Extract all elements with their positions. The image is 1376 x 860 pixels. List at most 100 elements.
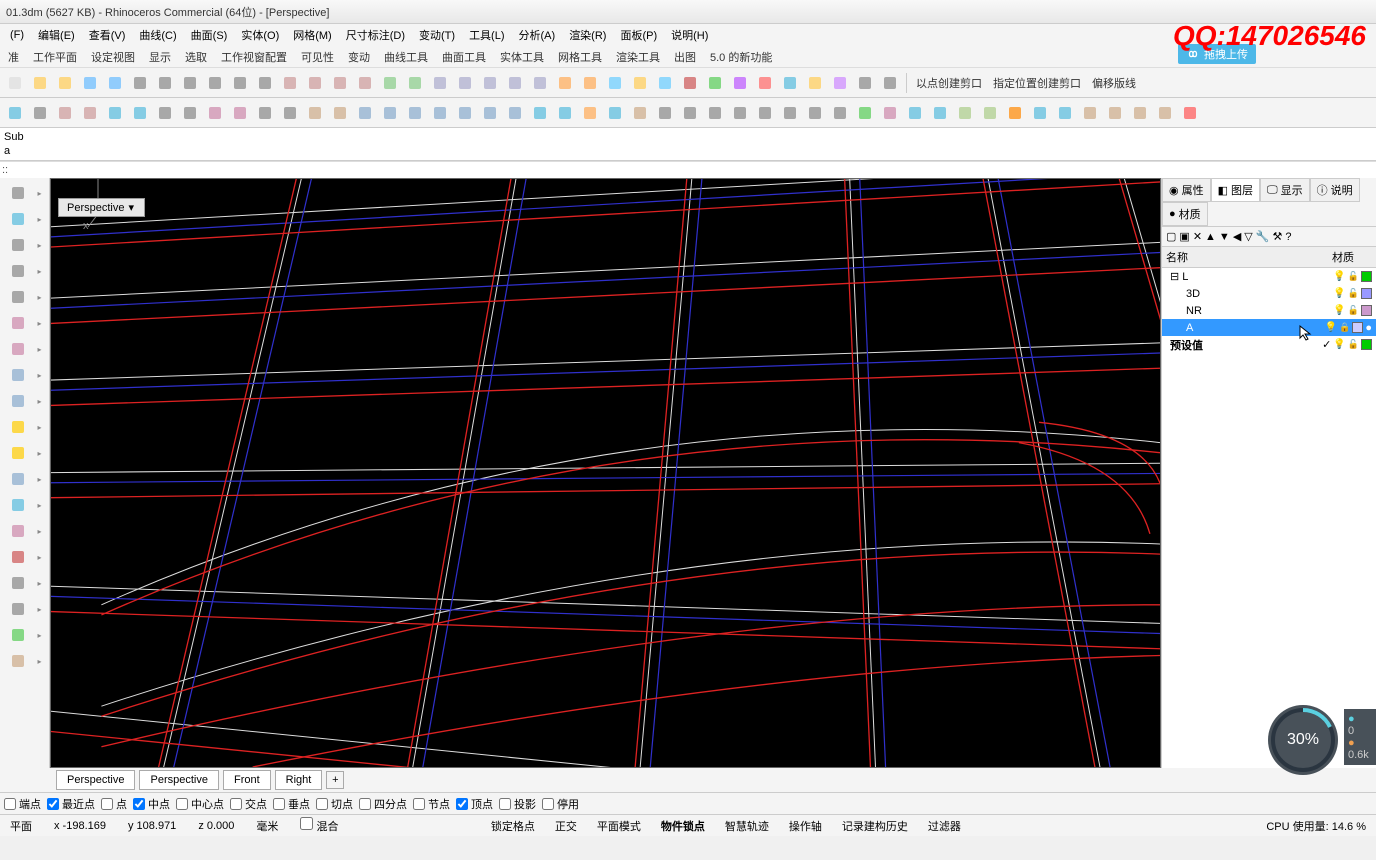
toolbar-icon[interactable] [7,338,29,360]
prev-icon[interactable]: ◀ [1233,230,1241,243]
menu-item[interactable]: (F) [4,27,30,43]
layer-row[interactable]: NR💡🔓 [1162,302,1376,319]
toolbar-icon[interactable] [479,102,501,124]
osnap-点[interactable]: 点 [101,796,127,812]
menu-item[interactable]: 面板(P) [614,25,663,45]
color-swatch[interactable] [1361,288,1372,299]
toolbar-icon[interactable] [529,72,551,94]
flyout-arrow-icon[interactable]: ▸ [37,319,41,328]
status-toggle[interactable]: 正交 [551,821,581,833]
toolbar-icon[interactable] [504,102,526,124]
lock-icon[interactable]: 🔓 [1348,288,1359,299]
flyout-arrow-icon[interactable]: ▸ [37,215,41,224]
toolbar-group[interactable]: 变动 [344,49,374,65]
flyout-arrow-icon[interactable]: ▸ [37,527,41,536]
menu-item[interactable]: 曲线(C) [133,25,182,45]
flyout-arrow-icon[interactable]: ▸ [37,501,41,510]
toolbar-icon[interactable] [979,102,1001,124]
lock-icon[interactable]: 🔓 [1348,339,1359,350]
viewport-label[interactable]: Perspective ▾ [58,198,145,217]
toolbar-icon[interactable] [1129,102,1151,124]
hammer-icon[interactable]: ⚒ [1272,230,1282,243]
menu-item[interactable]: 分析(A) [513,25,562,45]
toolbar-icon[interactable] [379,72,401,94]
flyout-arrow-icon[interactable]: ▸ [37,631,41,640]
toolbar-group[interactable]: 实体工具 [496,49,548,65]
toolbar-icon[interactable] [329,102,351,124]
toolbar-icon[interactable] [304,102,326,124]
panel-tab-显示[interactable]: 🖵显示 [1260,178,1310,202]
toolbar-icon[interactable] [7,546,29,568]
toolbar-group[interactable]: 工作平面 [29,49,81,65]
toolbar-icon[interactable] [254,72,276,94]
toolbar-icon[interactable] [79,72,101,94]
toolbar-icon[interactable] [379,102,401,124]
toolbar-group[interactable]: 5.0 的新功能 [706,49,776,65]
toolbar-icon[interactable] [354,102,376,124]
osnap-顶点[interactable]: 顶点 [456,796,493,812]
toolbar-icon[interactable] [7,572,29,594]
toolbar-icon[interactable] [829,102,851,124]
toolbar-icon[interactable] [7,208,29,230]
toolbar-icon[interactable] [854,72,876,94]
osnap-最近点[interactable]: 最近点 [47,796,95,812]
toolbar-icon[interactable] [104,102,126,124]
menu-item[interactable]: 曲面(S) [185,25,234,45]
layer-row[interactable]: ⊟ L💡🔓 [1162,268,1376,285]
toolbar-icon[interactable] [129,72,151,94]
flyout-arrow-icon[interactable]: ▸ [37,605,41,614]
panel-tab-说明[interactable]: ⓘ说明 [1310,178,1360,202]
osnap-端点[interactable]: 端点 [4,796,41,812]
toolbar-icon[interactable] [204,102,226,124]
flyout-arrow-icon[interactable]: ▸ [37,267,41,276]
toolbar-group[interactable]: 曲线工具 [380,49,432,65]
menu-item[interactable]: 实体(O) [235,25,285,45]
toolbar-icon[interactable] [654,102,676,124]
lightbulb-icon[interactable]: 💡 [1333,288,1345,299]
status-toggle[interactable]: 过滤器 [924,821,965,833]
toolbar-icon[interactable] [29,102,51,124]
osnap-四分点[interactable]: 四分点 [359,796,407,812]
flyout-arrow-icon[interactable]: ▸ [37,189,41,198]
toolbar-icon[interactable] [879,102,901,124]
toolbar-icon[interactable] [1004,102,1026,124]
perspective-viewport[interactable]: z y x [50,178,1161,768]
toolbar-icon[interactable] [454,72,476,94]
toolbar-icon[interactable] [604,102,626,124]
osnap-投影[interactable]: 投影 [499,796,536,812]
context-action[interactable]: 以点创建剪口 [912,75,986,91]
toolbar-icon[interactable] [829,72,851,94]
toolbar-icon[interactable] [7,312,29,334]
panel-tab-材质[interactable]: ●材质 [1162,202,1208,226]
menu-item[interactable]: 查看(V) [83,25,132,45]
help-icon[interactable]: ? [1285,231,1291,243]
toolbar-icon[interactable] [554,72,576,94]
lightbulb-icon[interactable]: 💡 [1333,339,1345,350]
toolbar-icon[interactable] [7,468,29,490]
color-swatch[interactable] [1352,322,1363,333]
menu-item[interactable]: 说明(H) [665,25,714,45]
toolbar-icon[interactable] [904,102,926,124]
flyout-arrow-icon[interactable]: ▸ [37,475,41,484]
toolbar-icon[interactable] [704,72,726,94]
expand-icon[interactable]: ⊟ [1170,271,1182,283]
new-sublayer-icon[interactable]: ▣ [1179,230,1189,243]
toolbar-group[interactable]: 出图 [670,49,700,65]
menu-item[interactable]: 工具(L) [463,25,510,45]
toolbar-group[interactable]: 显示 [145,49,175,65]
toolbar-icon[interactable] [154,72,176,94]
osnap-交点[interactable]: 交点 [230,796,267,812]
view-tab[interactable]: Right [275,770,323,790]
toolbar-icon[interactable] [7,520,29,542]
lock-icon[interactable]: 🔒 [1339,322,1350,333]
context-action[interactable]: 指定位置创建剪口 [989,75,1085,91]
toolbar-icon[interactable] [7,624,29,646]
menu-item[interactable]: 变动(T) [413,25,461,45]
toolbar-icon[interactable] [579,72,601,94]
toolbar-group[interactable]: 设定视图 [87,49,139,65]
menu-item[interactable]: 网格(M) [287,25,338,45]
toolbar-icon[interactable] [1029,102,1051,124]
lock-icon[interactable]: 🔓 [1348,305,1359,316]
status-toggle[interactable]: 平面模式 [593,821,645,833]
flyout-arrow-icon[interactable]: ▸ [37,397,41,406]
